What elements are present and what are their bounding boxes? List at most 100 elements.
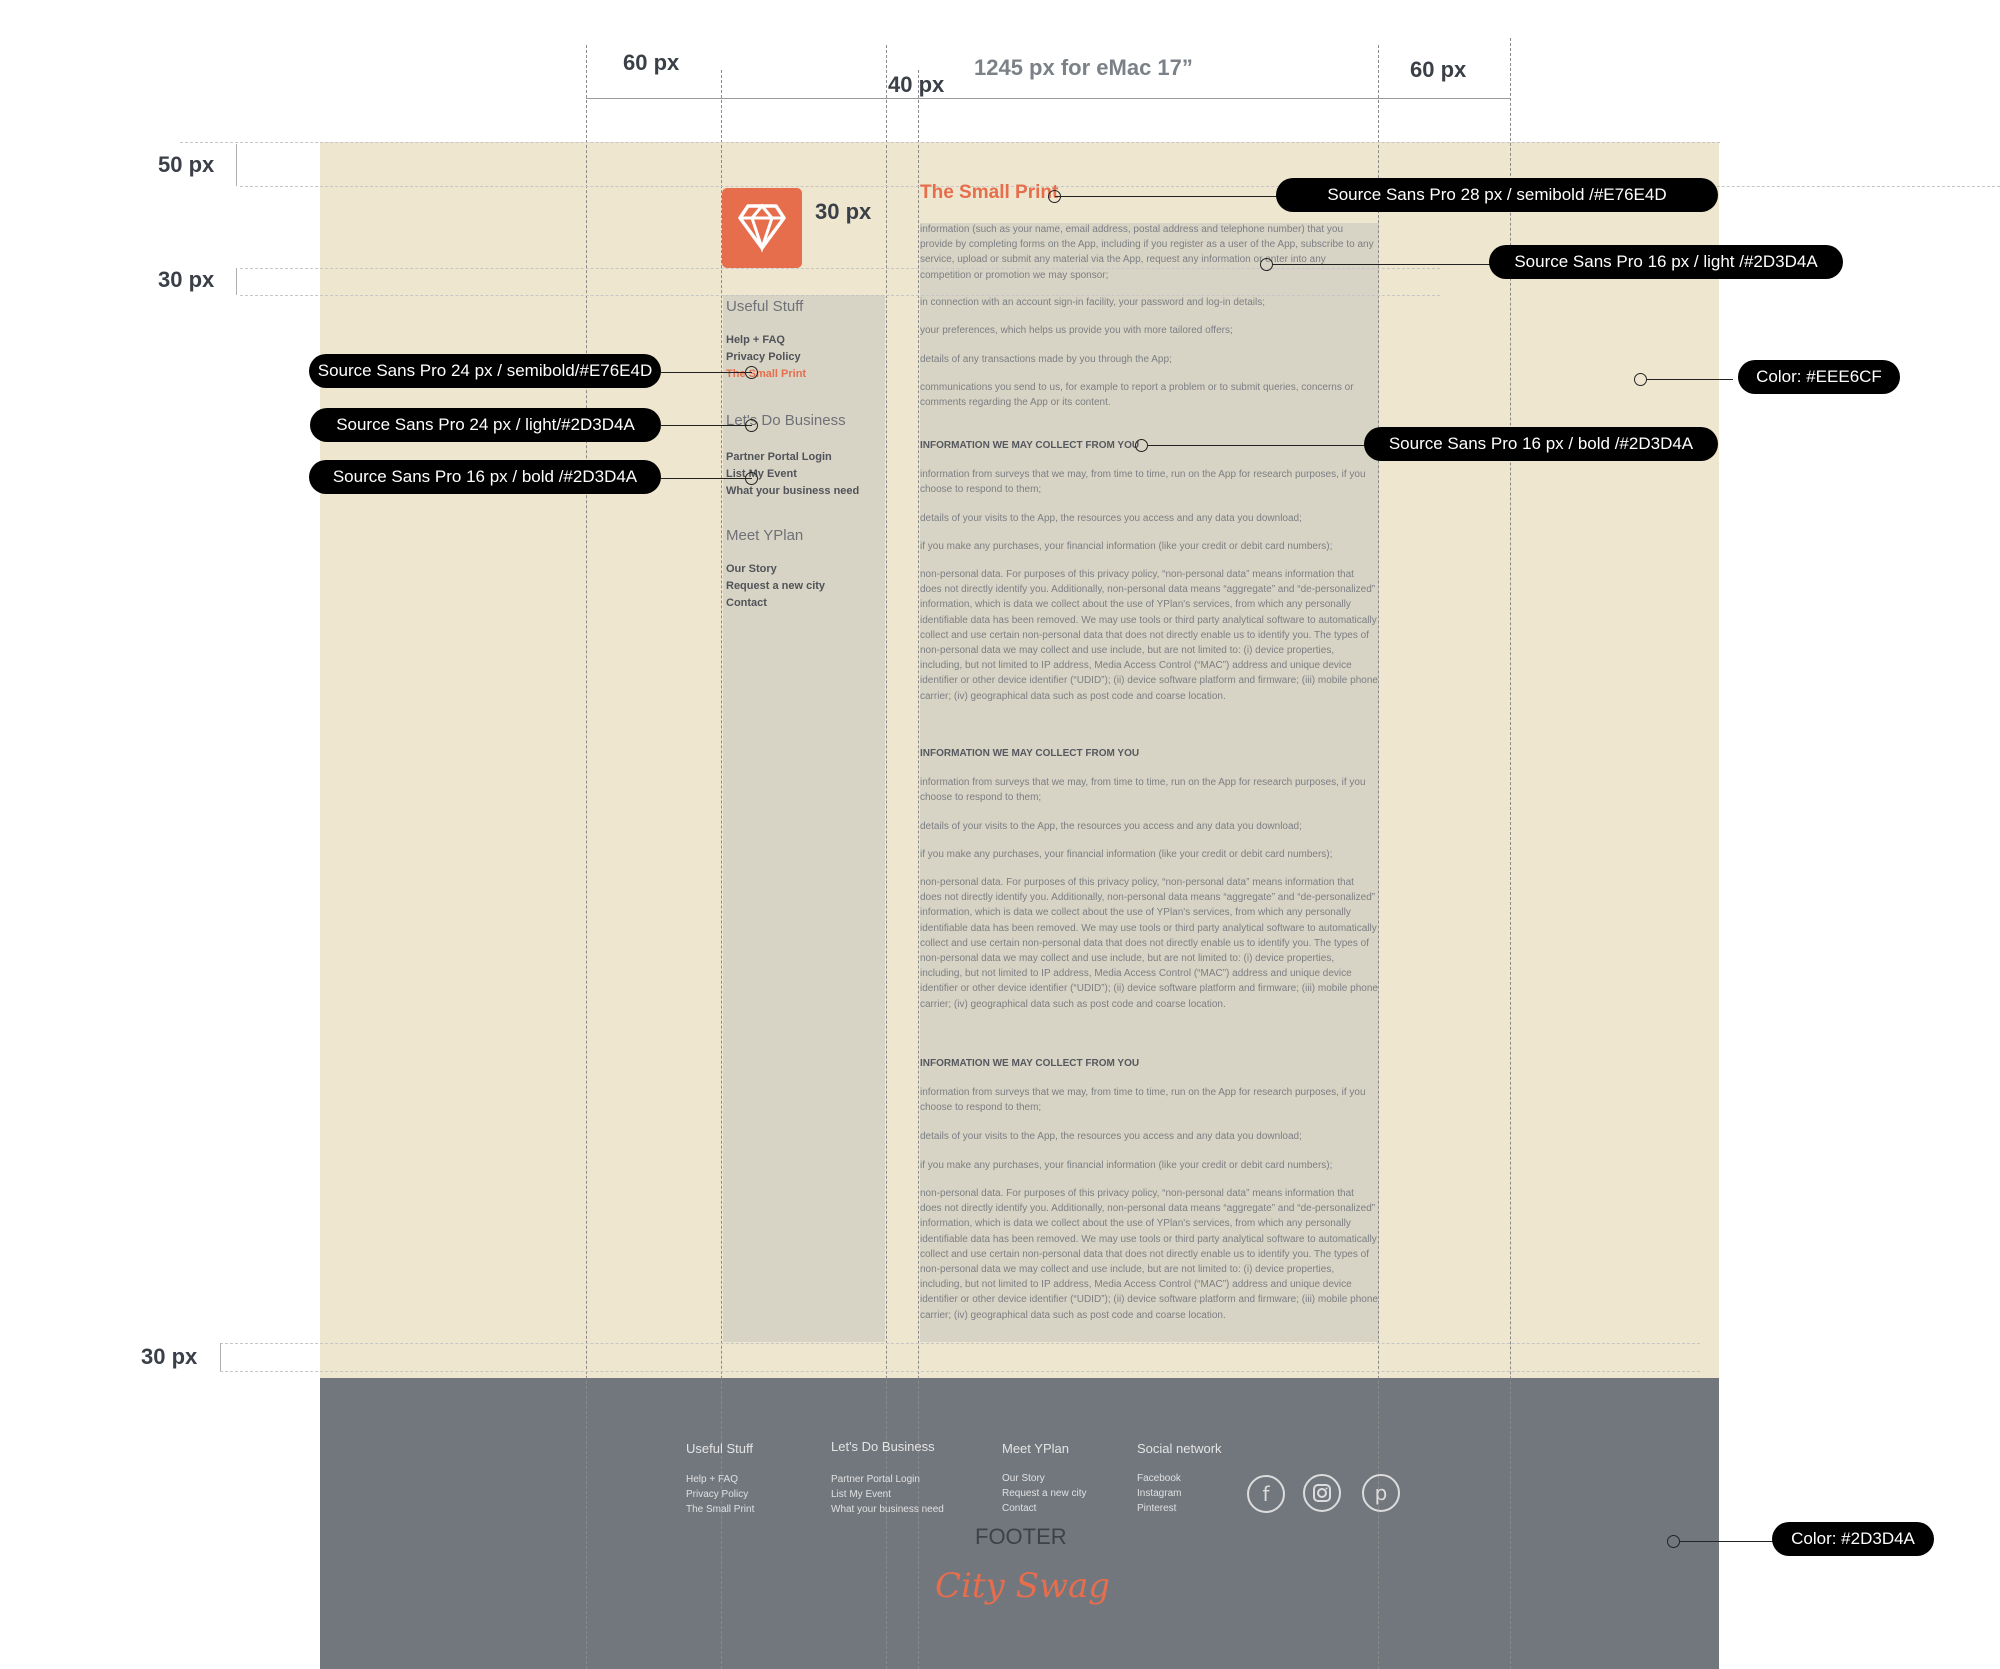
content-paragraph: details of your visits to the App, the r…: [920, 1131, 1302, 1142]
footer-link[interactable]: Contact: [1002, 1503, 1036, 1514]
callout-title-font: Source Sans Pro 28 px / semibold /#E76E4…: [1276, 178, 1718, 212]
section-heading: INFORMATION WE MAY COLLECT FROM YOU: [920, 748, 1140, 759]
diamond-icon: [738, 203, 786, 253]
callout-bg-color: Color: #EEE6CF: [1738, 360, 1900, 394]
callout-leader: [1273, 264, 1490, 265]
callout-pin: [745, 472, 758, 485]
guide-line: [1378, 45, 1379, 1669]
facebook-icon[interactable]: f: [1247, 1475, 1285, 1513]
left-margin-measure: 60 px: [623, 50, 680, 75]
guide-line: [918, 70, 919, 1669]
content-paragraph: if you make any purchases, your financia…: [920, 1160, 1333, 1171]
sidebar-link-help-faq[interactable]: Help + FAQ: [726, 334, 785, 346]
sidebar-link-partner-portal[interactable]: Partner Portal Login: [726, 451, 832, 463]
section-heading: INFORMATION WE MAY COLLECT FROM YOU: [920, 440, 1140, 451]
sidebar-link-request-city[interactable]: Request a new city: [726, 580, 825, 592]
content-paragraph: in connection with an account sign-in fa…: [920, 297, 1265, 308]
footer-label: FOOTER: [975, 1524, 1067, 1549]
guide-line: [586, 45, 587, 1669]
content-paragraph: details of any transactions made by you …: [920, 354, 1172, 365]
footer-link[interactable]: List My Event: [831, 1489, 891, 1500]
guide-line: [721, 70, 722, 1669]
callout-leader: [1148, 445, 1366, 446]
callout-active-link-font: Source Sans Pro 24 px / semibold/#E76E4D: [309, 354, 661, 388]
sidebar-heading-useful-stuff: Useful Stuff: [726, 298, 804, 315]
guide-line: [1510, 38, 1511, 1669]
bottom-margin-measure: 30 px: [141, 1344, 198, 1369]
logo-gap-measure: 30 px: [158, 267, 215, 292]
callout-footer-color: Color: #2D3D4A: [1772, 1522, 1934, 1556]
right-margin-measure: 60 px: [1410, 57, 1467, 82]
sidebar-link-privacy-policy[interactable]: Privacy Policy: [726, 351, 801, 363]
content-paragraph: details of your visits to the App, the r…: [920, 821, 1302, 832]
footer-link[interactable]: What your business need: [831, 1504, 944, 1515]
content-paragraph: your preferences, which helps us provide…: [920, 325, 1233, 336]
callout-leader: [660, 478, 752, 479]
sidebar-heading-business: Let's Do Business: [726, 412, 846, 429]
measure-line: [586, 98, 1510, 99]
sidebar-link-small-print[interactable]: The Small Print: [726, 368, 806, 380]
guide-line: [240, 186, 2000, 187]
measure-line: [236, 144, 237, 186]
pinterest-icon[interactable]: p: [1362, 1474, 1400, 1512]
footer-link[interactable]: Instagram: [1137, 1488, 1181, 1499]
guide-line: [886, 45, 887, 1669]
callout-pin: [1634, 373, 1647, 386]
footer-heading-business: Let's Do Business: [831, 1439, 935, 1454]
footer-link[interactable]: Partner Portal Login: [831, 1474, 920, 1485]
footer-link[interactable]: Privacy Policy: [686, 1489, 748, 1500]
callout-heading-font: Source Sans Pro 16 px / bold /#2D3D4A: [1364, 427, 1718, 461]
callout-link-font: Source Sans Pro 16 px / bold /#2D3D4A: [309, 460, 661, 494]
measure-line: [236, 268, 237, 295]
sidebar-link-contact[interactable]: Contact: [726, 597, 767, 609]
sidebar-link-business-need[interactable]: What your business need: [726, 485, 859, 497]
measure-line: [220, 1343, 221, 1371]
callout-pin: [745, 419, 758, 432]
content-paragraph: information from surveys that we may, fr…: [920, 1087, 1366, 1114]
content-paragraph: non-personal data. For purposes of this …: [920, 1188, 1378, 1321]
brand-wordmark: City Swag: [935, 1566, 1110, 1606]
content-paragraph: communications you send to us, for examp…: [920, 382, 1354, 409]
logo[interactable]: [722, 188, 802, 268]
callout-leader: [1680, 1541, 1774, 1542]
content-paragraph: non-personal data. For purposes of this …: [920, 569, 1378, 702]
sidebar-link-our-story[interactable]: Our Story: [726, 563, 777, 575]
callout-pin: [1260, 258, 1273, 271]
top-margin-measure: 50 px: [158, 152, 215, 177]
footer-heading-meet-yplan: Meet YPlan: [1002, 1441, 1069, 1456]
page-title: The Small Print: [920, 182, 1059, 203]
content-paragraph: details of your visits to the App, the r…: [920, 513, 1302, 524]
footer-link[interactable]: Pinterest: [1137, 1503, 1176, 1514]
footer-heading-useful-stuff: Useful Stuff: [686, 1441, 753, 1456]
callout-section-font: Source Sans Pro 24 px / light/#2D3D4A: [310, 408, 661, 442]
footer-link[interactable]: Facebook: [1137, 1473, 1181, 1484]
callout-pin: [745, 366, 758, 379]
callout-leader: [1055, 196, 1277, 197]
guide-line: [220, 1343, 1700, 1344]
guide-line: [180, 142, 1720, 143]
footer-link[interactable]: Help + FAQ: [686, 1474, 738, 1485]
callout-leader: [1647, 379, 1733, 380]
instagram-icon[interactable]: [1303, 1474, 1341, 1512]
content-paragraph: information from surveys that we may, fr…: [920, 777, 1366, 804]
callout-leader: [660, 372, 752, 373]
content-paragraph: if you make any purchases, your financia…: [920, 541, 1333, 552]
callout-pin: [1048, 190, 1061, 203]
sidebar-heading-meet-yplan: Meet YPlan: [726, 527, 804, 544]
footer-heading-social: Social network: [1137, 1441, 1222, 1456]
content-paragraph: information (such as your name, email ad…: [920, 224, 1374, 281]
content-paragraph: non-personal data. For purposes of this …: [920, 877, 1378, 1010]
footer-link[interactable]: Request a new city: [1002, 1488, 1087, 1499]
gutter-measure: 40 px: [888, 72, 945, 97]
footer-link[interactable]: The Small Print: [686, 1504, 754, 1515]
callout-body-font: Source Sans Pro 16 px / light /#2D3D4A: [1489, 245, 1843, 279]
callout-leader: [660, 425, 752, 426]
guide-line: [220, 1371, 1700, 1372]
section-heading: INFORMATION WE MAY COLLECT FROM YOU: [920, 1058, 1140, 1069]
content-width-measure: 1245 px for eMac 17”: [974, 55, 1193, 80]
callout-pin: [1667, 1535, 1680, 1548]
content-paragraph: if you make any purchases, your financia…: [920, 849, 1333, 860]
callout-pin: [1135, 439, 1148, 452]
footer-link[interactable]: Our Story: [1002, 1473, 1045, 1484]
logo-spacing-measure: 30 px: [815, 199, 872, 224]
